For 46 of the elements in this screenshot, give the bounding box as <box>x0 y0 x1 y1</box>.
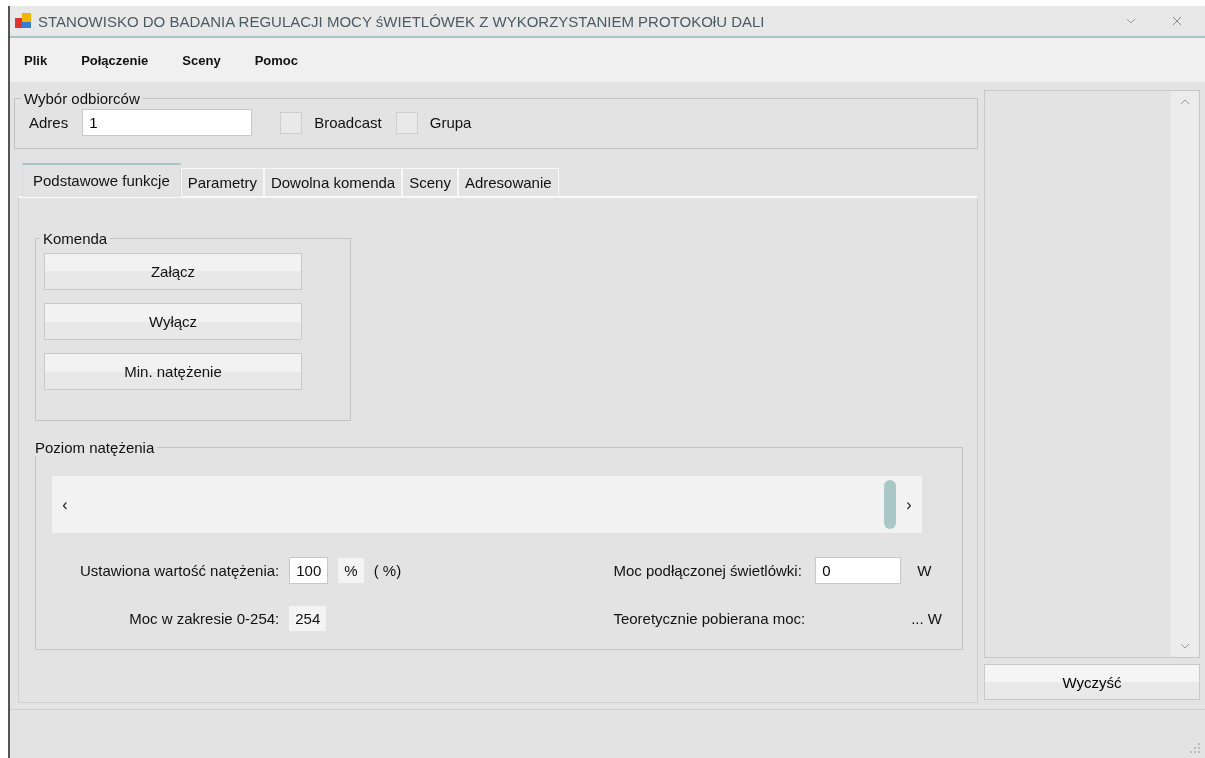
menu-item[interactable]: Sceny <box>182 52 221 68</box>
log-box[interactable] <box>984 90 1200 658</box>
command-button[interactable]: Min. natężenie <box>44 353 302 390</box>
tab[interactable]: Podstawowe funkcje <box>22 163 181 197</box>
checkbox[interactable] <box>395 111 418 134</box>
command-button[interactable]: Załącz <box>44 253 302 290</box>
scroll-down-icon <box>1180 643 1190 649</box>
checkbox-label: Grupa <box>429 114 472 131</box>
log-scrollbar[interactable] <box>1171 91 1199 657</box>
power-value: ... W <box>911 610 942 627</box>
unit-label: % <box>338 558 364 583</box>
field-label: Ustawiona wartość natężenia: <box>80 562 280 579</box>
window-title: STANOWISKO DO BADANIA REGULACJI MOCY śWIETLÓWEK Z WYKORZYSTANIEM PROTOKOłU DALI <box>38 12 766 30</box>
clear-button[interactable]: Wyczyść <box>984 664 1200 700</box>
field-label: Adres <box>29 114 69 131</box>
group-title: Poziom natężenia <box>34 439 156 456</box>
field-label: Teoretycznie pobierana moc: <box>613 610 806 627</box>
tab[interactable]: Parametry <box>180 168 264 196</box>
checkbox[interactable] <box>280 111 303 134</box>
scroll-up-icon <box>1180 99 1190 105</box>
power-range-value: 254 <box>289 606 327 631</box>
intensity-value: 100 <box>289 557 329 584</box>
resize-grip-icon[interactable] <box>1189 742 1201 754</box>
group-title: Wybór odbiorców <box>23 90 141 107</box>
unit-label: W <box>917 562 933 579</box>
minimize-icon <box>1126 18 1136 24</box>
menu-item[interactable]: Pomoc <box>254 52 298 68</box>
group-title: Komenda <box>42 230 109 247</box>
address-field[interactable]: 1 <box>82 109 253 136</box>
menu-item[interactable]: Plik <box>24 52 48 68</box>
field-label: Moc w zakresie 0-254: <box>129 610 280 627</box>
checkbox-label: Broadcast <box>314 114 382 131</box>
power-field[interactable]: 0 <box>815 557 902 584</box>
percent-note: ( %) <box>373 562 402 579</box>
tab[interactable]: Dowolna komenda <box>263 168 403 196</box>
scroll-left-button[interactable]: ‹ <box>52 495 78 514</box>
menu-item[interactable]: Połączenie <box>81 52 149 68</box>
field-label: Moc podłączonej świetlówki: <box>613 562 803 579</box>
intensity-scrollbar[interactable]: ‹ › <box>52 476 922 533</box>
tab[interactable]: Adresowanie <box>457 168 559 196</box>
tab[interactable]: Sceny <box>402 168 458 196</box>
scrollbar-thumb[interactable] <box>884 480 896 529</box>
close-icon[interactable] <box>1172 16 1182 26</box>
app-icon <box>14 12 32 30</box>
scroll-right-button[interactable]: › <box>896 495 922 514</box>
command-button[interactable]: Wyłącz <box>44 303 302 340</box>
